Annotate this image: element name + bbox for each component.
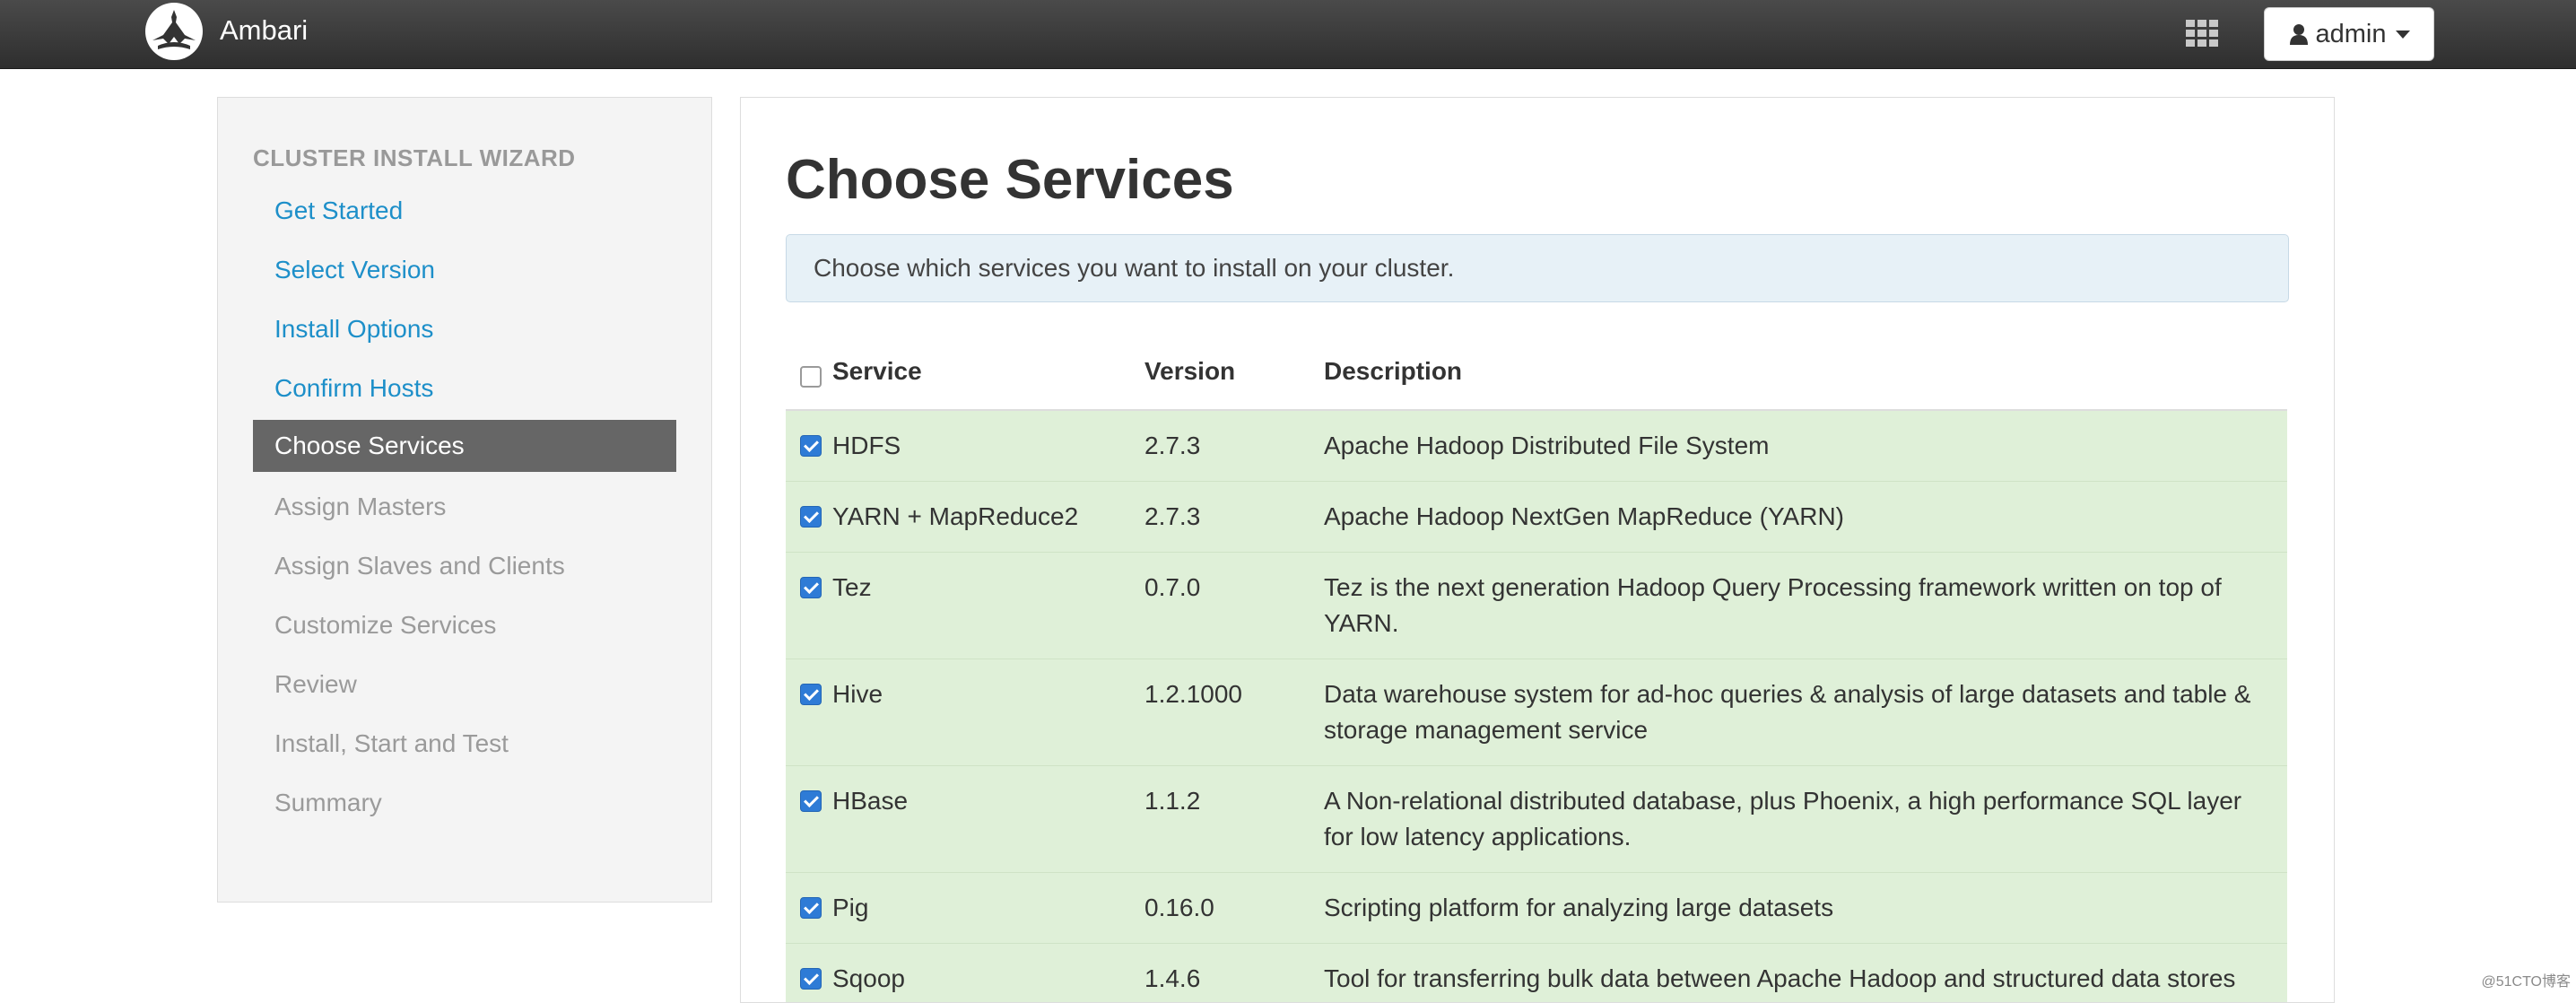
header-service: Service: [832, 357, 922, 386]
service-description: Apache Hadoop Distributed File System: [1324, 410, 2287, 482]
info-alert: Choose which services you want to instal…: [786, 234, 2289, 302]
service-description: Scripting platform for analyzing large d…: [1324, 873, 2287, 944]
sidebar-item-select-version[interactable]: Select Version: [253, 244, 676, 296]
service-version: 0.16.0: [1144, 873, 1324, 944]
caret-down-icon: [2396, 31, 2410, 39]
grid-apps-icon[interactable]: [2186, 20, 2218, 47]
page-title: Choose Services: [786, 144, 1234, 216]
service-name: HBase: [832, 783, 908, 819]
table-header-row: Service Version Description: [786, 333, 2287, 410]
service-checkbox[interactable]: [800, 897, 822, 919]
sidebar-item-confirm-hosts[interactable]: Confirm Hosts: [253, 362, 676, 414]
service-description: Apache Hadoop NextGen MapReduce (YARN): [1324, 482, 2287, 553]
service-checkbox[interactable]: [800, 506, 822, 528]
service-version: 2.7.3: [1144, 410, 1324, 482]
watermark: @51CTO博客: [2481, 969, 2571, 990]
table-row: Sqoop 1.4.6 Tool for transferring bulk d…: [786, 944, 2287, 1003]
service-description: A Non-relational distributed database, p…: [1324, 766, 2287, 873]
table-row: Pig 0.16.0 Scripting platform for analyz…: [786, 873, 2287, 944]
service-name: Tez: [832, 570, 872, 606]
service-name: HDFS: [832, 428, 901, 464]
service-checkbox[interactable]: [800, 577, 822, 598]
service-checkbox[interactable]: [800, 968, 822, 990]
service-version: 1.4.6: [1144, 944, 1324, 1003]
header-description: Description: [1324, 333, 2287, 410]
sidebar-item-review: Review: [253, 658, 676, 711]
wizard-sidebar: CLUSTER INSTALL WIZARD Get Started Selec…: [217, 97, 712, 903]
sidebar-item-install-start-test: Install, Start and Test: [253, 718, 676, 770]
service-name: Hive: [832, 676, 883, 712]
service-version: 0.7.0: [1144, 553, 1324, 659]
service-version: 1.2.1000: [1144, 659, 1324, 766]
sidebar-item-assign-masters: Assign Masters: [253, 481, 676, 533]
sidebar-item-customize-services: Customize Services: [253, 599, 676, 651]
sidebar-item-get-started[interactable]: Get Started: [253, 185, 676, 237]
service-checkbox[interactable]: [800, 435, 822, 457]
table-row: Hive 1.2.1000 Data warehouse system for …: [786, 659, 2287, 766]
ambari-logo-icon[interactable]: [145, 3, 203, 60]
user-icon: [2289, 23, 2309, 45]
service-description: Tool for transferring bulk data between …: [1324, 944, 2287, 1003]
sidebar-item-assign-slaves: Assign Slaves and Clients: [253, 540, 676, 592]
service-checkbox[interactable]: [800, 684, 822, 705]
service-checkbox[interactable]: [800, 790, 822, 812]
service-version: 2.7.3: [1144, 482, 1324, 553]
service-name: YARN + MapReduce2: [832, 499, 1078, 535]
sidebar-title: CLUSTER INSTALL WIZARD: [253, 144, 576, 172]
select-all-checkbox[interactable]: [800, 366, 822, 388]
sidebar-item-install-options[interactable]: Install Options: [253, 303, 676, 355]
sidebar-item-summary: Summary: [253, 777, 676, 829]
sidebar-item-choose-services[interactable]: Choose Services: [253, 420, 676, 472]
service-version: 1.1.2: [1144, 766, 1324, 873]
table-row: HBase 1.1.2 A Non-relational distributed…: [786, 766, 2287, 873]
header-version: Version: [1144, 333, 1324, 410]
table-row: YARN + MapReduce2 2.7.3 Apache Hadoop Ne…: [786, 482, 2287, 553]
app-name[interactable]: Ambari: [220, 13, 308, 48]
user-menu-button[interactable]: admin: [2264, 7, 2434, 61]
service-description: Data warehouse system for ad-hoc queries…: [1324, 659, 2287, 766]
main-panel: Choose Services Choose which services yo…: [740, 97, 2335, 1003]
table-row: Tez 0.7.0 Tez is the next generation Had…: [786, 553, 2287, 659]
user-menu-label: admin: [2316, 20, 2387, 49]
service-name: Pig: [832, 890, 868, 926]
top-navbar: Ambari admin: [0, 0, 2576, 69]
service-name: Sqoop: [832, 961, 905, 997]
table-row: HDFS 2.7.3 Apache Hadoop Distributed Fil…: [786, 410, 2287, 482]
service-description: Tez is the next generation Hadoop Query …: [1324, 553, 2287, 659]
services-table: Service Version Description HDFS 2.7.3 A…: [786, 333, 2287, 1003]
